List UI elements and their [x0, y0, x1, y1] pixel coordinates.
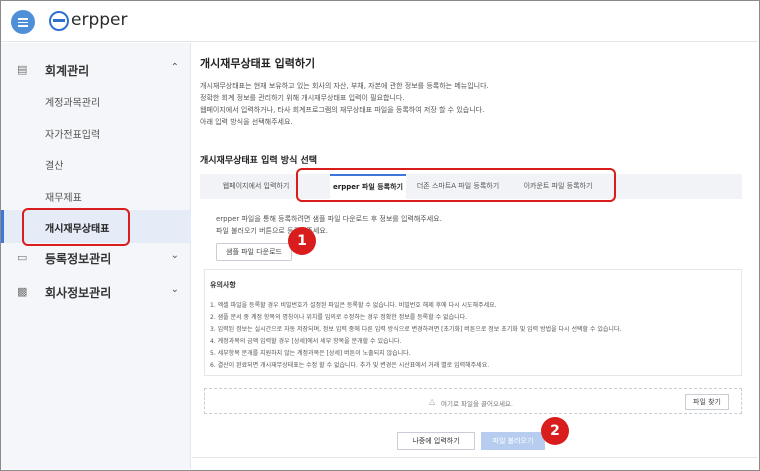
description-line: 정확한 회계 정보를 관리하기 위해 개시재무상태표 입력이 필요합니다.: [200, 94, 405, 102]
menu-group-accounting[interactable]: ▤ 회계관리 ⌃: [1, 55, 191, 85]
chevron-up-icon: ⌃: [170, 62, 179, 73]
hamburger-menu-icon[interactable]: [11, 10, 35, 34]
description-line: 웹페이지에서 입력하거나, 타사 회계프로그램의 재무상태표 파일을 등록하여 …: [200, 106, 485, 114]
app-logo: erpper: [71, 10, 128, 30]
top-bar: erpper: [1, 1, 758, 42]
upload-icon: △: [429, 397, 436, 406]
notice-box: 유의사항 1. 엑셀 파일을 등록할 경우 비밀번호가 설정된 파일은 등록할 …: [204, 269, 742, 376]
notice-title: 유의사항: [210, 281, 236, 289]
file-dropzone[interactable]: △ 여기로 파일을 끌어오세요. 파일 찾기: [204, 388, 742, 414]
sidebar-item-statements[interactable]: 재무제표: [45, 189, 82, 204]
notice-item: 5. 세부항목 분개를 지원하지 않는 계정과목은 [상세] 버튼이 노출되지 …: [210, 350, 411, 357]
hint-line: erpper 파일을 통해 등록하려면 샘플 파일 다운로드 후 정보를 입력해…: [216, 215, 442, 223]
logo-icon: [49, 11, 69, 31]
description-line: 아래 입력 방식을 선택해주세요.: [200, 118, 293, 126]
find-file-button[interactable]: 파일 찾기: [685, 394, 729, 410]
step-badge-1: 1: [288, 227, 316, 255]
dropzone-text: 여기로 파일을 끌어오세요.: [441, 400, 513, 408]
menu-group-registration[interactable]: ▭ 등록정보관리 ⌄: [1, 243, 191, 273]
highlight-tabs: [296, 168, 616, 202]
chevron-down-icon: ⌄: [170, 284, 179, 295]
tab-web-input[interactable]: 웹페이지에서 입력하기: [204, 174, 308, 199]
sample-download-button[interactable]: 샘플 파일 다운로드: [216, 243, 292, 261]
highlight-sidebar-item: [22, 208, 130, 246]
chart-icon: ▤: [17, 63, 28, 76]
chevron-down-icon: ⌄: [170, 250, 179, 261]
notice-item: 1. 엑셀 파일을 등록할 경우 비밀번호가 설정된 파일은 등록할 수 없습니…: [210, 302, 497, 309]
section-title: 개시재무상태표 입력 방식 선택: [200, 156, 318, 166]
main-content: 개시재무상태표 입력하기 개시재무상태표는 현재 보유하고 있는 회사의 자산,…: [192, 43, 758, 469]
enter-later-button[interactable]: 나중에 입력하기: [397, 432, 475, 450]
building-icon: ▩: [17, 285, 28, 298]
menu-group-company[interactable]: ▩ 회사정보관리 ⌄: [1, 277, 191, 307]
page-title: 개시재무상태표 입력하기: [200, 57, 316, 70]
active-indicator: [1, 210, 4, 243]
step-badge-2: 2: [541, 417, 569, 445]
notice-item: 6. 결산이 완료되면 개시재무상태표는 수정 할 수 없습니다. 추가 및 변…: [210, 362, 490, 369]
monitor-icon: ▭: [17, 251, 28, 264]
sidebar-item-closing[interactable]: 결산: [45, 157, 63, 172]
sidebar-item-voucher[interactable]: 자가전표입력: [45, 126, 100, 141]
notice-item: 4. 계정과목의 금액 입력할 경우 [상세]에서 세부 항목을 분개할 수 있…: [210, 338, 402, 345]
sidebar: ▤ 회계관리 ⌃ 계정과목관리 자가전표입력 결산 재무제표 ▭ 등록정보관리 …: [1, 43, 191, 469]
menu-group-label: 회계관리: [45, 64, 90, 78]
notice-item: 3. 입력된 정보는 실시간으로 자동 저장되며, 정보 입력 중에 다른 입력…: [210, 326, 622, 333]
menu-group-label: 회사정보관리: [45, 286, 112, 300]
notice-item: 2. 샘플 문서 중 계정 항목의 명칭이나 위치를 임의로 수정하는 경우 정…: [210, 314, 468, 321]
menu-group-label: 등록정보관리: [45, 252, 112, 266]
description-line: 개시재무상태표는 현재 보유하고 있는 회사의 자산, 부채, 자본에 관한 정…: [200, 82, 489, 90]
load-file-button[interactable]: 파일 불러오기: [481, 432, 545, 450]
sidebar-item-accounts[interactable]: 계정과목관리: [45, 94, 100, 109]
divider: [192, 457, 758, 458]
